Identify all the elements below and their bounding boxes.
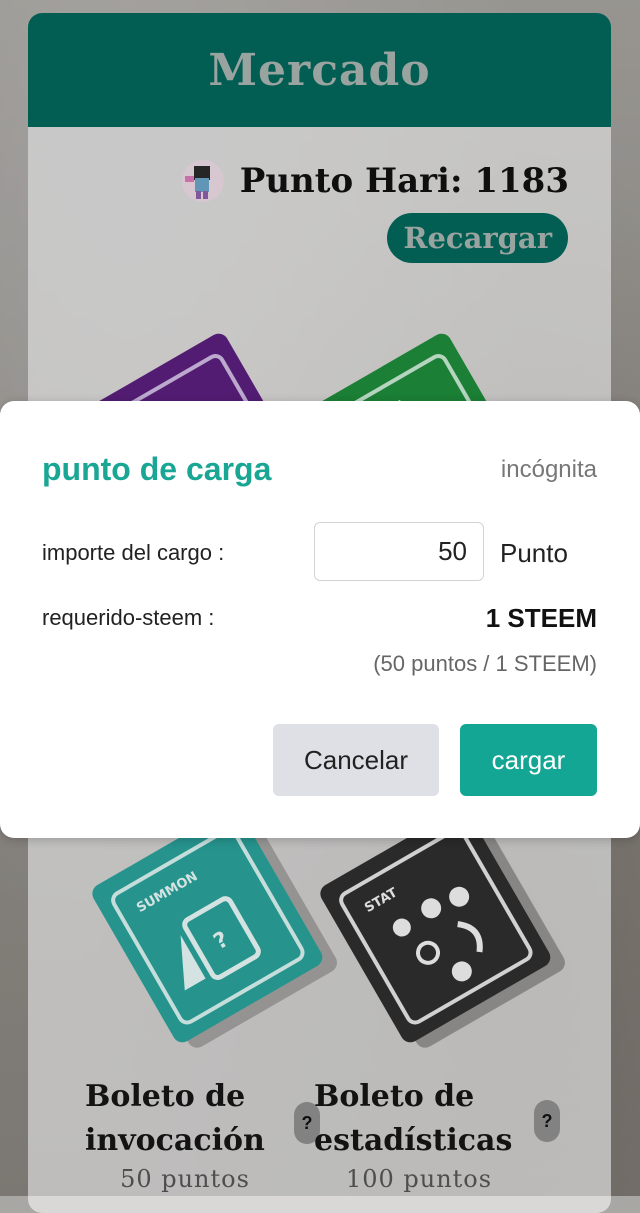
amount-unit: Punto xyxy=(500,538,568,568)
cancel-button[interactable]: Cancelar xyxy=(273,724,439,796)
required-steem-label: requerido-steem : xyxy=(42,605,215,630)
required-steem-value: 1 STEEM xyxy=(485,603,597,633)
amount-input[interactable] xyxy=(314,522,484,581)
charge-dialog: punto de carga incógnita importe del car… xyxy=(0,401,640,838)
charge-button[interactable]: cargar xyxy=(460,724,597,796)
dialog-title: punto de carga xyxy=(42,451,272,487)
rate-text: (50 puntos / 1 STEEM) xyxy=(373,651,597,676)
anonymous-label[interactable]: incógnita xyxy=(501,456,597,484)
amount-label: importe del cargo : xyxy=(42,540,225,565)
